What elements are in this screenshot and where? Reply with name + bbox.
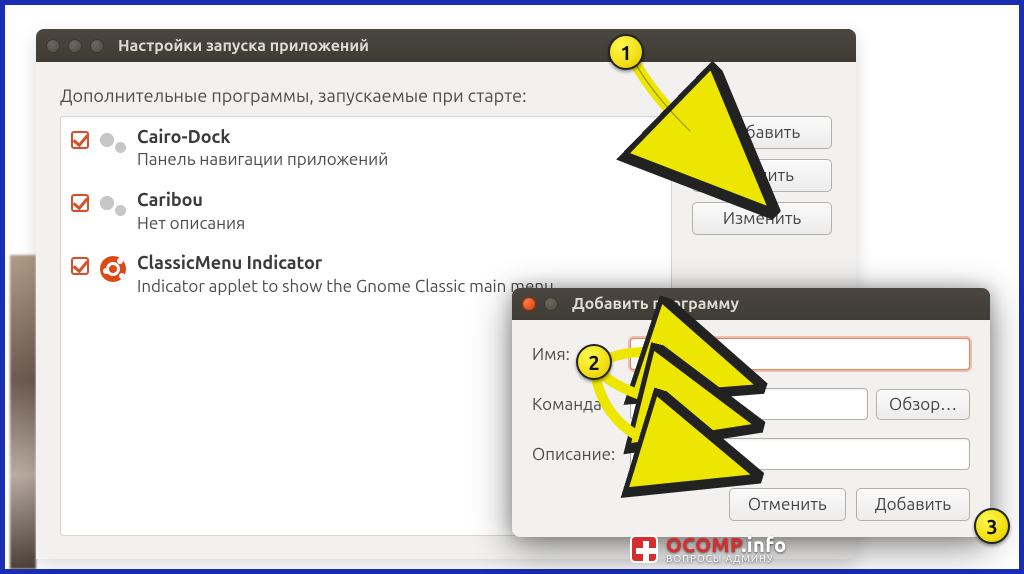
annotation-badge-2: 2 (576, 344, 612, 380)
list-item[interactable]: Caribou Нет описания (61, 180, 671, 243)
remove-button[interactable]: Удалить (692, 159, 832, 192)
maximize-icon[interactable] (90, 39, 104, 53)
item-title: Cairo-Dock (137, 125, 388, 149)
gears-icon (100, 133, 126, 153)
dialog-titlebar: Добавить программу (512, 288, 990, 320)
plus-icon (630, 535, 658, 563)
cancel-button[interactable]: Отменить (729, 488, 846, 521)
browse-button[interactable]: Обзор… (876, 389, 970, 420)
minimize-icon[interactable] (68, 39, 82, 53)
watermark: OCOMP.info ВОПРОСЫ АДМИНУ (630, 533, 787, 564)
checkbox-icon[interactable] (71, 194, 89, 212)
annotation-badge-1: 1 (608, 34, 644, 70)
item-desc: Нет описания (137, 213, 245, 236)
item-desc: Indicator applet to show the Gnome Class… (137, 276, 554, 299)
maximize-icon[interactable] (544, 297, 558, 311)
list-item[interactable]: Cairo-Dock Панель навигации приложений (61, 117, 671, 180)
window-title: Настройки запуска приложений (118, 37, 369, 55)
item-title: ClassicMenu Indicator (137, 251, 554, 275)
watermark-tagline: ВОПРОСЫ АДМИНУ (666, 553, 787, 564)
add-button[interactable]: Добавить (856, 488, 970, 521)
close-icon[interactable] (522, 297, 536, 311)
item-desc: Панель навигации приложений (137, 149, 388, 172)
dialog-title: Добавить программу (572, 295, 739, 313)
gears-icon (100, 196, 126, 216)
close-icon[interactable] (46, 39, 60, 53)
annotation-badge-3: 3 (974, 508, 1010, 544)
checkbox-icon[interactable] (71, 257, 89, 275)
item-title: Caribou (137, 188, 245, 212)
checkbox-icon[interactable] (71, 131, 89, 149)
ubuntu-icon (100, 256, 126, 282)
edit-button[interactable]: Изменить (692, 202, 832, 235)
